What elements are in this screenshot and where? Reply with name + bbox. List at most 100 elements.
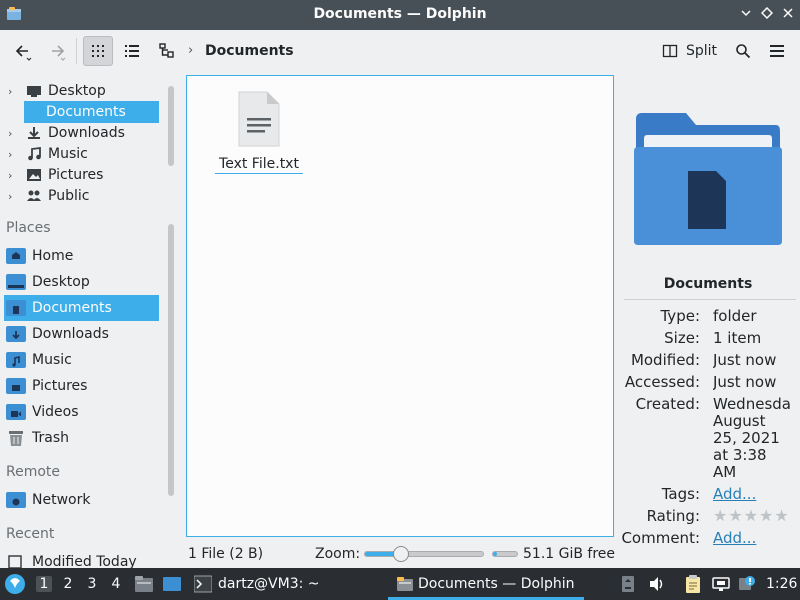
- minimize-button[interactable]: [738, 7, 754, 23]
- tree-item-music[interactable]: › Music: [0, 143, 160, 165]
- title-bar: Documents — Dolphin: [0, 0, 800, 30]
- desktop-pager-4[interactable]: 4: [108, 576, 124, 592]
- place-item-music[interactable]: Music: [4, 348, 159, 372]
- place-item-label: Documents: [32, 300, 112, 316]
- forward-button[interactable]: [42, 36, 72, 66]
- network-icon: [6, 492, 26, 508]
- update-notification-icon: [739, 576, 755, 590]
- dolphin-icon: [397, 577, 413, 591]
- info-value-accessed: Just now: [713, 374, 777, 391]
- star-icon[interactable]: ★: [728, 506, 743, 525]
- application-launcher[interactable]: [4, 568, 28, 600]
- file-count-status: 1 File (2 B): [188, 546, 264, 562]
- free-space-label: 51.1 GiB free: [523, 546, 616, 562]
- place-item-videos[interactable]: Videos: [4, 400, 159, 424]
- expand-arrow-icon[interactable]: ›: [8, 148, 18, 161]
- tree-item-documents[interactable]: › Documents: [24, 101, 159, 123]
- info-value-type: folder: [713, 308, 757, 325]
- place-item-desktop[interactable]: Desktop: [4, 270, 159, 294]
- place-item-downloads[interactable]: Downloads: [4, 322, 159, 346]
- task-label: dartz@VM3: ~: [218, 576, 320, 592]
- tags-add-link[interactable]: Add...: [713, 486, 800, 503]
- info-key-created: Created:: [635, 395, 700, 413]
- hamburger-menu-button[interactable]: [762, 36, 792, 66]
- star-icon[interactable]: ★: [713, 506, 728, 525]
- download-icon: [28, 127, 40, 139]
- tree-scrollbar[interactable]: [168, 86, 174, 166]
- tree-item-desktop[interactable]: › Desktop: [0, 80, 160, 102]
- places-panel: › Desktop › Documents › Downloads › Musi…: [0, 72, 182, 568]
- tray-network[interactable]: [712, 568, 730, 600]
- place-item-trash[interactable]: Trash: [4, 426, 159, 450]
- details-view-button[interactable]: [152, 36, 182, 66]
- zoom-slider-handle[interactable]: [393, 546, 409, 562]
- list-icon: [125, 45, 139, 57]
- app-launcher-icon: [5, 574, 25, 594]
- tray-updates[interactable]: [738, 568, 756, 600]
- pinned-desktop[interactable]: [162, 568, 182, 600]
- music-icon: [28, 147, 41, 161]
- file-view[interactable]: Text File.txt: [186, 75, 614, 537]
- desktop-pager-1[interactable]: 1: [36, 576, 52, 592]
- desktop-pager-2[interactable]: 2: [60, 576, 76, 592]
- free-space-bar: [492, 551, 518, 557]
- place-item-label: Downloads: [32, 326, 109, 342]
- info-key-tags: Tags:: [661, 485, 700, 503]
- star-icon[interactable]: ★: [759, 506, 774, 525]
- split-icon-wrap: [658, 36, 682, 66]
- rating-stars[interactable]: ★★★★★: [713, 506, 790, 525]
- tree-item-pictures[interactable]: › Pictures: [0, 164, 160, 186]
- folder-music-icon: [6, 352, 26, 368]
- arrow-right-icon: [52, 45, 66, 61]
- tree-item-label: Pictures: [48, 167, 104, 183]
- desktop-icon: [27, 86, 41, 97]
- info-key-accessed: Accessed:: [624, 373, 700, 391]
- file-item[interactable]: Text File.txt: [215, 90, 303, 174]
- diamond-icon: [760, 6, 774, 20]
- file-name: Text File.txt: [215, 156, 303, 174]
- place-item-network[interactable]: Network: [4, 488, 159, 512]
- expand-arrow-icon[interactable]: ›: [8, 85, 18, 98]
- tray-storage[interactable]: [620, 568, 636, 600]
- icons-view-button[interactable]: [83, 36, 113, 66]
- network-wired-icon: [712, 577, 730, 591]
- folder-home-icon: [6, 248, 26, 264]
- zoom-slider[interactable]: [364, 546, 484, 562]
- place-item-home[interactable]: Home: [4, 244, 159, 268]
- hamburger-menu-icon: [770, 45, 784, 57]
- tray-clipboard[interactable]: [684, 568, 702, 600]
- chevron-down-icon: [741, 10, 751, 17]
- expand-arrow-icon[interactable]: ›: [8, 190, 18, 203]
- place-item-pictures[interactable]: Pictures: [4, 374, 159, 398]
- split-button[interactable]: Split: [686, 43, 717, 59]
- info-key-rating: Rating:: [646, 507, 700, 525]
- text-file-icon: [238, 91, 280, 147]
- storage-icon: [622, 576, 634, 592]
- task-terminal[interactable]: dartz@VM3: ~: [194, 568, 320, 600]
- folder-downloads-icon: [6, 326, 26, 342]
- info-key-type: Type:: [660, 307, 700, 325]
- task-dolphin[interactable]: Documents — Dolphin: [396, 568, 574, 600]
- info-value-created: Wednesda August 25, 2021 at 3:38 AM: [713, 396, 791, 481]
- zoom-label: Zoom:: [315, 546, 361, 562]
- expand-arrow-icon[interactable]: ›: [8, 169, 18, 182]
- tree-item-public[interactable]: › Public: [0, 185, 160, 207]
- maximize-button[interactable]: [759, 6, 775, 23]
- close-button[interactable]: [780, 7, 796, 23]
- search-button[interactable]: [728, 36, 758, 66]
- breadcrumb-documents[interactable]: Documents: [205, 43, 294, 59]
- place-item-documents[interactable]: Documents: [4, 295, 159, 321]
- places-scrollbar[interactable]: [168, 224, 174, 496]
- tree-item-downloads[interactable]: › Downloads: [0, 122, 160, 144]
- info-title: Documents: [663, 276, 753, 292]
- clock[interactable]: 1:26: [766, 568, 797, 600]
- window-title: Documents — Dolphin: [313, 6, 487, 22]
- pinned-dolphin[interactable]: [134, 568, 154, 600]
- tray-volume[interactable]: [648, 568, 666, 600]
- expand-arrow-icon[interactable]: ›: [8, 127, 18, 140]
- star-icon[interactable]: ★: [744, 506, 759, 525]
- desktop-pager-3[interactable]: 3: [84, 576, 100, 592]
- compact-view-button[interactable]: [117, 36, 147, 66]
- back-button[interactable]: [8, 36, 38, 66]
- star-icon[interactable]: ★: [774, 506, 789, 525]
